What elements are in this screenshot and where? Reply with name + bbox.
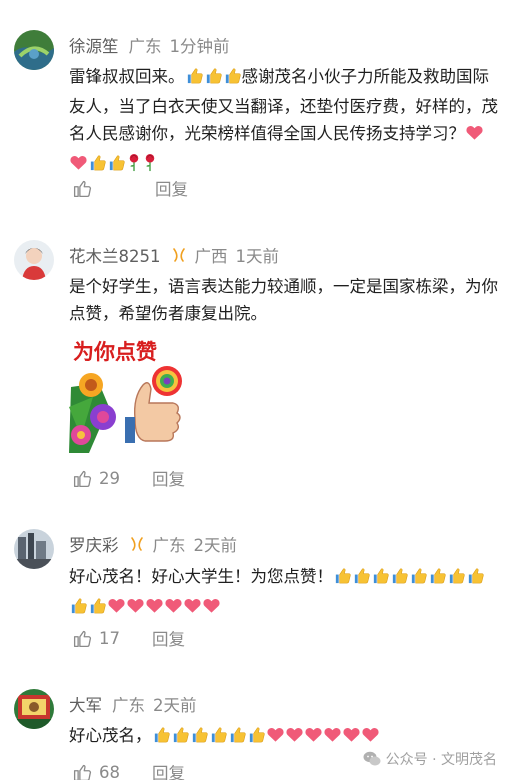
avatar[interactable] [14,240,54,280]
comment-time: 2天前 [153,696,197,715]
thumbs-up-emoji [209,725,228,752]
thumbs-up-emoji [69,596,88,623]
thumbs-up-emoji [190,725,209,752]
thumbs-up-emoji [204,66,223,93]
thumbs-up-emoji [333,566,352,593]
thumbs-up-emoji [390,566,409,593]
comment-text: 雷锋叔叔回来。 感谢茂名小伙子力所能及救助国际友人，当了白衣天使又当翻译，还垫付医… [69,63,499,180]
thumbs-up-emoji [428,566,447,593]
author-name[interactable]: 罗庆彩 [69,532,119,556]
heart-emoji [342,725,361,752]
heart-emoji [107,596,126,623]
comment-actions: 回复 [72,176,188,200]
author-region: 广东 [128,37,162,56]
avatar[interactable] [14,689,54,729]
sticker-text: 为你点赞 [73,340,157,364]
comment-meta: 罗庆彩 广东 2天前 [69,532,237,556]
heart-emoji [183,596,202,623]
reply-button[interactable]: 回复 [152,760,185,780]
vip-ribbon-icon [130,537,143,551]
reply-button[interactable]: 回复 [155,176,188,200]
author-name[interactable]: 大军 [69,692,102,716]
comment-time: 1分钟前 [169,37,230,56]
comment-time: 2天前 [193,536,238,555]
heart-emoji [323,725,342,752]
heart-emoji [126,596,145,623]
avatar[interactable] [14,30,54,70]
author-region: 广东 [152,536,186,555]
thumbs-up-emoji [371,566,390,593]
wechat-icon [363,751,381,766]
thumbs-up-outline-icon [73,630,92,647]
heart-emoji [285,725,304,752]
like-button[interactable]: 17 [72,628,152,649]
thumbs-up-emoji [228,725,247,752]
author-region: 广西 [194,247,228,266]
like-button[interactable]: 29 [72,468,152,489]
reply-button[interactable]: 回复 [152,466,185,490]
like-count: 29 [99,468,120,488]
heart-emoji [164,596,183,623]
heart-emoji [361,725,380,752]
comment-text: 是个好学生，语言表达能力较通顺，一定是国家栋梁，为你点赞，希望伤者康复出院。 [69,277,498,323]
vip-ribbon-icon [172,248,185,262]
comment-text-part: 好心茂名， [69,726,152,745]
thumbs-up-outline-icon [73,470,92,487]
comment-text: 好心茂名！好心大学生！为您点赞！ [69,563,499,623]
like-count: 17 [99,628,120,648]
emoji-group [152,726,380,745]
comment-text-part: 好心茂名！好心大学生！为您点赞！ [69,567,333,586]
praise-sticker-image[interactable]: 为你点赞 [69,337,187,453]
thumbs-up-emoji [152,725,171,752]
heart-emoji [202,596,221,623]
comment-meta: 大军 广东 2天前 [69,692,197,716]
heart-emoji [145,596,164,623]
comment-actions: 29 回复 [72,466,185,490]
like-count: 68 [99,762,120,780]
heart-emoji [465,123,484,150]
comment-actions: 68 回复 [72,760,185,780]
comment-actions: 17 回复 [72,626,185,650]
thumbs-up-emoji [185,66,204,93]
heart-emoji [304,725,323,752]
author-name[interactable]: 徐源笙 [69,33,119,57]
thumbs-up-emoji [171,725,190,752]
account-watermark: 公众号 · 文明茂名 [363,749,497,769]
thumbs-up-emoji [352,566,371,593]
comment-time: 1天前 [235,247,280,266]
avatar[interactable] [14,529,54,569]
comment-meta: 花木兰8251 广西 1天前 [69,243,279,267]
comment-meta: 徐源笙 广东 1分钟前 [69,33,230,57]
thumbs-up-emoji [466,566,485,593]
like-button[interactable]: 68 [72,762,152,780]
thumbs-up-outline-icon [73,764,92,780]
author-region: 广东 [112,696,145,715]
reply-button[interactable]: 回复 [152,626,185,650]
comment-text-part: 雷锋叔叔回来。 [69,67,185,86]
heart-emoji [266,725,285,752]
comment-text: 好心茂名， [69,722,499,752]
author-name[interactable]: 花木兰8251 [69,243,161,267]
thumbs-up-emoji [247,725,266,752]
thumbs-up-emoji [88,596,107,623]
like-button[interactable] [72,178,131,199]
thumbs-up-emoji [223,66,242,93]
thumbs-up-emoji [447,566,466,593]
thumbs-up-emoji [409,566,428,593]
watermark-label: 公众号 · 文明茂名 [385,752,497,768]
thumbs-up-outline-icon [73,180,92,197]
emoji-group [185,67,242,86]
